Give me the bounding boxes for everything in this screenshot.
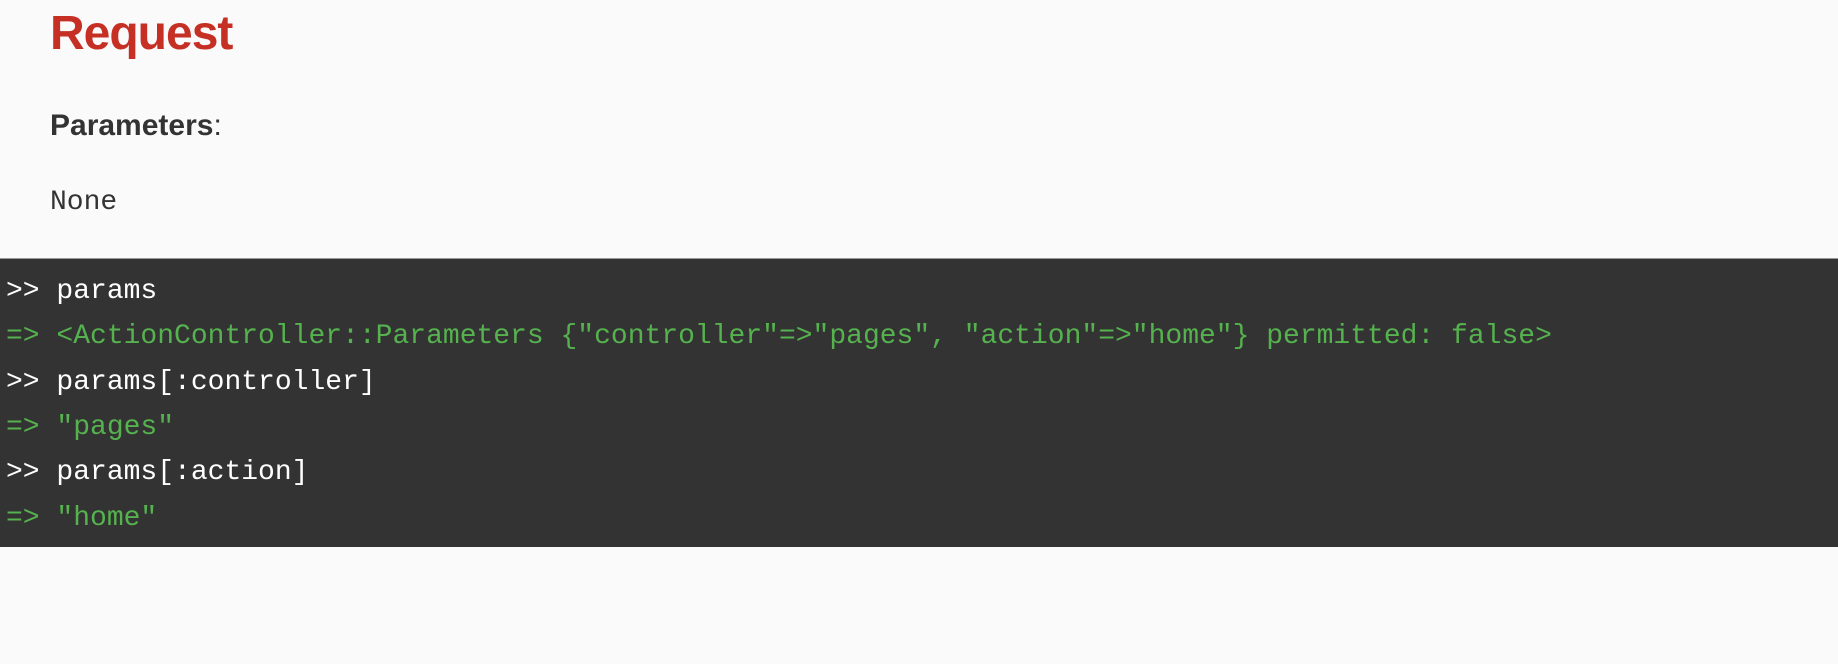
console-input-text: params[:action] (56, 457, 308, 488)
parameters-value: None (50, 187, 1788, 258)
console-line-input: >> params[:action] (6, 450, 1832, 495)
parameters-colon: : (213, 109, 221, 142)
console-input-text: params[:controller] (56, 367, 375, 398)
request-heading: Request (50, 0, 1788, 109)
request-section: Request Parameters: None (0, 0, 1838, 258)
console-input-text: params (56, 276, 157, 307)
debug-console[interactable]: >> params => <ActionController::Paramete… (0, 258, 1838, 547)
console-line-output: => <ActionController::Parameters {"contr… (6, 314, 1832, 359)
console-prompt-out: => (6, 321, 56, 352)
console-line-input: >> params[:controller] (6, 360, 1832, 405)
parameters-line: Parameters: (50, 109, 1788, 187)
parameters-label: Parameters (50, 109, 213, 142)
console-line-output: => "home" (6, 496, 1832, 541)
console-prompt-in: >> (6, 367, 56, 398)
console-prompt-out: => (6, 503, 56, 534)
console-prompt-in: >> (6, 457, 56, 488)
console-output-text: "pages" (56, 412, 174, 443)
console-prompt-out: => (6, 412, 56, 443)
console-line-output: => "pages" (6, 405, 1832, 450)
console-line-input: >> params (6, 269, 1832, 314)
console-output-text: "home" (56, 503, 157, 534)
console-output-text: <ActionController::Parameters {"controll… (56, 321, 1551, 352)
console-prompt-in: >> (6, 276, 56, 307)
